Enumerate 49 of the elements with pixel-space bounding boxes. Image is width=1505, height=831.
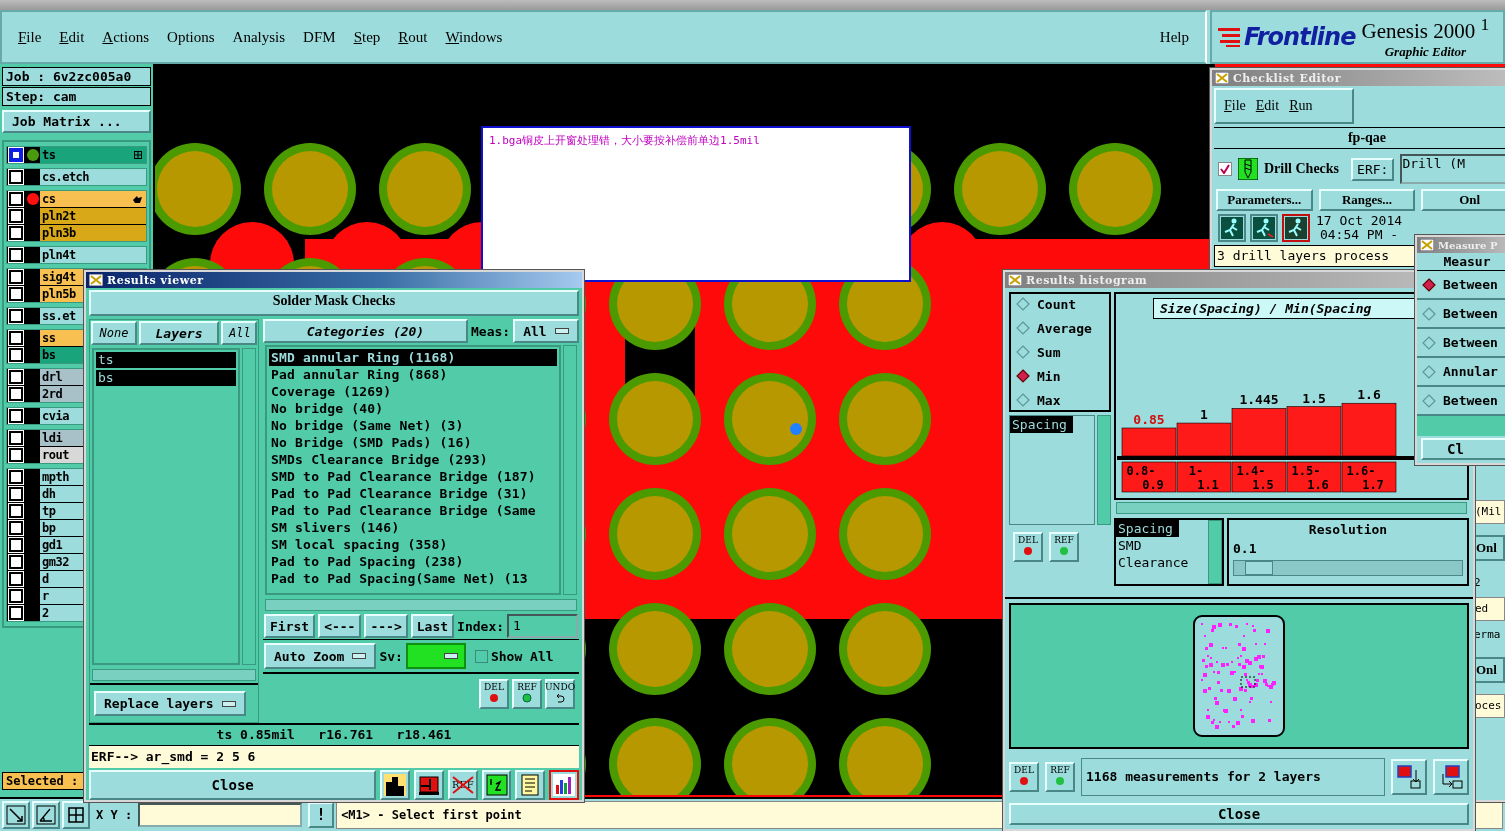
radio-label: Count bbox=[1037, 296, 1077, 312]
bar-value-label: 0.85 bbox=[1133, 412, 1165, 427]
x-tick-label: 1.4-1.5 bbox=[1236, 464, 1274, 492]
radio-label: Max bbox=[1037, 392, 1061, 408]
bin-label: 1.4-1.5 bbox=[1231, 461, 1287, 493]
checklist-name: fp-qae bbox=[1214, 127, 1505, 149]
radio-label: Sum bbox=[1037, 344, 1061, 360]
radio-label: Between bbox=[1443, 335, 1498, 350]
step-name: Step: cam bbox=[2, 87, 151, 106]
x-tick-label: 1-1.1 bbox=[1188, 464, 1219, 492]
bin-label: 0.8-0.9 bbox=[1121, 461, 1177, 493]
resolution-value: 0.1 bbox=[1233, 541, 1258, 556]
bin-label: 1.5-1.6 bbox=[1286, 461, 1342, 493]
radio-label: Min bbox=[1037, 368, 1061, 384]
selected-count-label: Selected : bbox=[2, 772, 84, 790]
run-time: 04:54 PM - bbox=[1319, 228, 1399, 242]
product-subtitle: Graphic Editor bbox=[1384, 44, 1466, 60]
note-text: 1.bga铜皮上开窗处理错，大小要按补偿前单边1.5mil bbox=[489, 133, 760, 148]
checkbox-label: Show All bbox=[490, 648, 554, 664]
xy-label: X Y : bbox=[96, 808, 133, 822]
radio-label: Average bbox=[1037, 320, 1092, 336]
bar-value-label: 1.5 bbox=[1302, 390, 1326, 406]
bar-value-label: 1.6 bbox=[1357, 387, 1381, 403]
bin-label: 1-1.1 bbox=[1176, 461, 1232, 493]
brand-logo-text: Frontline bbox=[1244, 23, 1356, 51]
radio-label: Annular bbox=[1443, 364, 1498, 379]
bin-label: 1.6-1.7 bbox=[1341, 461, 1397, 493]
run-date: 17 Oct 2014 bbox=[1316, 214, 1403, 228]
meas-label: Meas: bbox=[471, 323, 511, 339]
x-tick-label: 1.5-1.6 bbox=[1291, 464, 1329, 492]
window-title: Measure P bbox=[1438, 239, 1498, 251]
sv-label: Sv: bbox=[379, 648, 403, 664]
window-title: Checklist Editor bbox=[1233, 71, 1341, 85]
index-label: Index: bbox=[457, 618, 505, 634]
resolution-label: Resolution bbox=[1307, 522, 1389, 537]
x-tick-label: 0.8-0.9 bbox=[1126, 464, 1164, 492]
section-heading: Solder Mask Checks bbox=[89, 290, 579, 316]
product-name: Genesis 2000 $^{1}$ bbox=[1361, 14, 1490, 44]
window-title: Results histogram bbox=[1026, 273, 1148, 287]
bar-value-label: 1.445 bbox=[1239, 392, 1279, 408]
measurement-status: ts 0.85mil r16.761 r18.461 bbox=[89, 723, 579, 746]
radio-label: Between bbox=[1443, 277, 1498, 292]
summary-text: 1168 measurements for 2 layers bbox=[1081, 758, 1385, 796]
check-label: Drill Checks bbox=[1264, 161, 1340, 177]
bar-value-label: 1 bbox=[1200, 407, 1208, 423]
job-name: Job : 6v2zc005a0 bbox=[2, 67, 151, 86]
radio-label: Between bbox=[1443, 393, 1498, 408]
x-tick-label: 1.6-1.7 bbox=[1346, 464, 1384, 492]
section-heading: Measur bbox=[1417, 253, 1505, 271]
